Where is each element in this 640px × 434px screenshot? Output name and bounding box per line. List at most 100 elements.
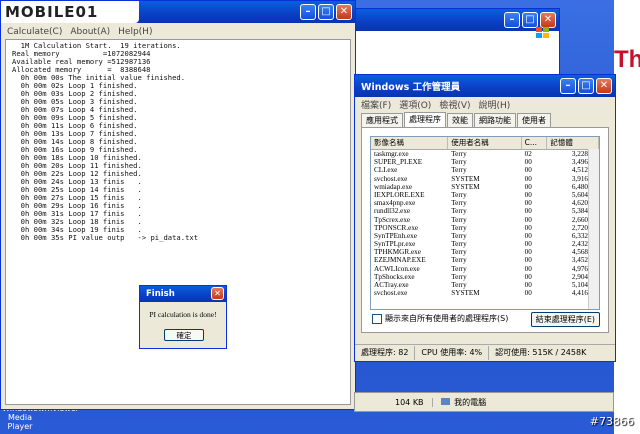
table-row[interactable]: wmiadap.exe SYSTEM 00 6,480 K [371, 183, 599, 191]
close-button[interactable]: ✕ [336, 4, 352, 20]
show-all-users-label: 顯示來自所有使用者的處理程序(S) [385, 314, 509, 323]
table-cell: CLI.exe [374, 166, 398, 175]
table-row[interactable]: IEXPLORE.EXE Terry 00 5,604 K [371, 191, 599, 199]
table-cell: 00 [524, 240, 532, 249]
table-cell: 02 [524, 150, 532, 158]
site-logo: MOBILE01 [1, 1, 139, 23]
table-row[interactable]: TPONSCR.exe Terry 00 2,720 K [371, 224, 599, 232]
table-cell: 00 [524, 199, 532, 208]
table-cell: EZEJMNAP.EXE [374, 256, 426, 265]
table-row[interactable]: SynTPLpr.exe Terry 00 2,432 K [371, 240, 599, 248]
tab-networking[interactable]: 網路功能 [474, 113, 516, 128]
finish-dialog[interactable]: Finish ✕ PI calculation is done! 確定 [139, 285, 227, 349]
menu-calculate[interactable]: Calculate(C) [7, 27, 62, 37]
window-titlebar[interactable]: – □ ✕ [353, 9, 559, 31]
table-cell: TPHKMGR.exe [374, 248, 421, 257]
table-cell: TpScrex.exe [374, 215, 411, 224]
column-cpu[interactable]: C... [522, 137, 548, 149]
explorer-status-bar: 104 KB 我的電腦 [354, 392, 614, 412]
table-cell: 00 [524, 190, 532, 199]
status-process-count: 處理程序: 82 [355, 346, 416, 360]
end-process-button[interactable]: 結束處理程序(E) [530, 312, 600, 327]
maximize-button[interactable]: □ [522, 12, 538, 28]
table-cell: 00 [524, 215, 532, 224]
menu-help[interactable]: Help(H) [118, 27, 152, 37]
ok-button[interactable]: 確定 [164, 329, 204, 341]
table-cell: ACWLIcon.exe [374, 264, 420, 273]
table-cell: 00 [524, 207, 532, 216]
brand-text: Thi [614, 46, 640, 73]
table-cell: smax4pnp.exe [374, 199, 416, 208]
minimize-button[interactable]: – [560, 78, 576, 94]
close-button[interactable]: ✕ [540, 12, 556, 28]
tab-bar: 應用程式 處理程序 效能 網路功能 使用者 [361, 112, 552, 128]
column-user-name[interactable]: 使用者名稱 [448, 137, 522, 149]
scrollbar[interactable] [588, 149, 599, 309]
background-window[interactable]: – □ ✕ [352, 8, 560, 78]
table-cell: 00 [524, 281, 532, 289]
windows-flag-icon [536, 27, 549, 38]
table-row[interactable]: SynTPEnh.exe Terry 00 6,332 K [371, 232, 599, 240]
tab-performance[interactable]: 效能 [447, 113, 473, 128]
table-row[interactable]: smax4pnp.exe Terry 00 4,620 K [371, 199, 599, 207]
table-cell: 00 [524, 174, 532, 183]
window-title: Windows 工作管理員 [361, 82, 461, 93]
table-row[interactable]: svchost.exe SYSTEM 00 3,916 K [371, 175, 599, 183]
table-row[interactable]: taskmgr.exe Terry 02 3,228 K [371, 150, 599, 158]
table-row[interactable]: TpScrex.exe Terry 00 2,660 K [371, 216, 599, 224]
close-button[interactable]: ✕ [211, 287, 224, 300]
table-row[interactable]: svchost.exe SYSTEM 00 4,416 K [371, 289, 599, 297]
table-cell: rundll32.exe [374, 207, 411, 216]
menu-view[interactable]: 檢視(V) [439, 98, 470, 111]
minimize-button[interactable]: – [300, 4, 316, 20]
menu-help[interactable]: 說明(H) [479, 98, 511, 111]
process-list[interactable]: 影像名稱 使用者名稱 C... 記憶體 taskmgr.exe Terry 02 3,… [370, 136, 600, 310]
table-cell: Terry [451, 207, 467, 216]
tab-applications[interactable]: 應用程式 [361, 113, 403, 128]
menu-bar: 檔案(F) 選項(O) 檢視(V) 說明(H) [355, 97, 615, 112]
table-cell: 00 [524, 158, 532, 167]
table-row[interactable]: rundll32.exe Terry 00 5,384 K [371, 207, 599, 215]
show-all-users-checkbox[interactable] [372, 313, 382, 324]
table-cell: 00 [524, 231, 532, 240]
computer-icon [440, 397, 450, 405]
table-cell: Terry [451, 150, 467, 158]
task-manager-window[interactable]: Windows 工作管理員 – □ ✕ 檔案(F) 選項(O) 檢視(V) 說明… [354, 74, 616, 362]
table-row[interactable]: ACTray.exe Terry 00 5,104 K [371, 281, 599, 289]
show-all-users-option[interactable]: 顯示來自所有使用者的處理程序(S) [372, 313, 508, 324]
table-cell: TPONSCR.exe [374, 223, 419, 232]
table-row[interactable]: SUPER_PI.EXE Terry 00 3,496 K [371, 158, 599, 166]
window-content [353, 31, 559, 77]
table-cell: 00 [524, 264, 532, 273]
window-titlebar[interactable]: Windows 工作管理員 – □ ✕ [355, 75, 615, 97]
menu-file[interactable]: 檔案(F) [361, 98, 391, 111]
table-cell: SUPER_PI.EXE [374, 158, 423, 167]
table-cell: taskmgr.exe [374, 150, 409, 158]
table-row[interactable]: TPHKMGR.exe Terry 00 4,568 K [371, 248, 599, 256]
column-memory[interactable]: 記憶體 [547, 137, 599, 149]
table-cell: ACTray.exe [374, 281, 409, 289]
dialog-titlebar[interactable]: Finish ✕ [140, 286, 226, 302]
table-cell: Terry [451, 190, 467, 199]
console-line: 0h 00m 35s PI value outp -> pi_data.txt [12, 233, 199, 242]
table-cell: Terry [451, 272, 467, 281]
table-row[interactable]: TpShocks.exe Terry 00 2,904 K [371, 273, 599, 281]
table-cell: svchost.exe [374, 174, 408, 183]
column-image-name[interactable]: 影像名稱 [371, 137, 449, 149]
table-row[interactable]: CLI.exe Terry 00 4,512 K [371, 166, 599, 174]
maximize-button[interactable]: □ [578, 78, 594, 94]
table-row[interactable]: EZEJMNAP.EXE Terry 00 3,452 K [371, 256, 599, 264]
table-cell: 00 [524, 248, 532, 257]
table-cell: Terry [451, 223, 467, 232]
maximize-button[interactable]: □ [318, 4, 334, 20]
status-location-label: 我的電腦 [454, 397, 487, 407]
close-button[interactable]: ✕ [596, 78, 612, 94]
menu-about[interactable]: About(A) [70, 27, 110, 37]
table-cell: wmiadap.exe [374, 182, 413, 191]
table-cell: IEXPLORE.EXE [374, 190, 425, 199]
menu-options[interactable]: 選項(O) [399, 98, 431, 111]
tab-users[interactable]: 使用者 [517, 113, 551, 128]
tab-processes[interactable]: 處理程序 [404, 112, 446, 127]
minimize-button[interactable]: – [504, 12, 520, 28]
table-row[interactable]: ACWLIcon.exe Terry 00 4,976 K [371, 265, 599, 273]
